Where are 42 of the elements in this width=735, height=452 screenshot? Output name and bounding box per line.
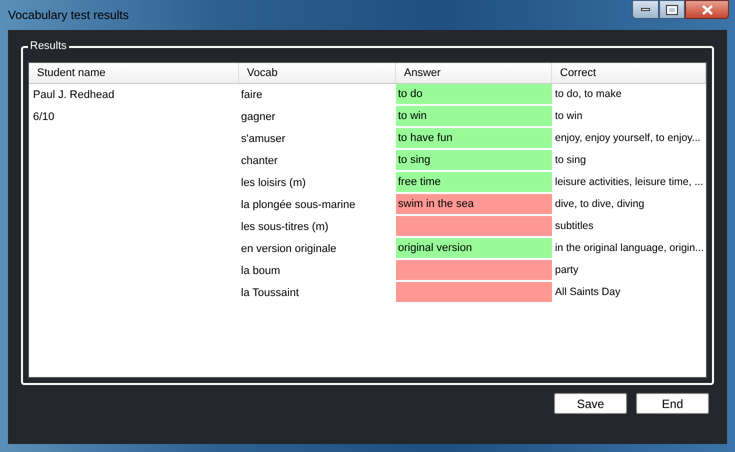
correct-cell-text: All Saints Day bbox=[555, 285, 620, 300]
dialog-button[interactable]: End bbox=[636, 393, 709, 414]
answer-cell: to have fun bbox=[396, 128, 552, 150]
correct-cell-text: leisure activities, leisure time, ... bbox=[555, 175, 704, 190]
correct-cell-text: in the original language, origin... bbox=[555, 241, 704, 256]
vocab-cell-text: s'amuser bbox=[241, 132, 286, 147]
correct-cell-text: to do, to make bbox=[555, 87, 622, 102]
vocab-cell-text: les sous-titres (m) bbox=[241, 220, 328, 235]
dialog-button[interactable]: Save bbox=[554, 393, 627, 414]
minimize-icon bbox=[641, 8, 650, 11]
close-button[interactable] bbox=[685, 0, 729, 19]
answer-cell: to win bbox=[396, 106, 552, 128]
maximize-icon bbox=[667, 6, 677, 14]
vocab-cell-text: les loisirs (m) bbox=[241, 176, 306, 191]
correct-cell-text: to sing bbox=[555, 153, 586, 168]
answer-cell: to sing bbox=[396, 150, 552, 172]
column-header[interactable]: Student name bbox=[29, 63, 239, 83]
answer-cell: to do bbox=[396, 84, 552, 106]
correct-cell-text: dive, to dive, diving bbox=[555, 197, 644, 212]
maximize-button[interactable] bbox=[659, 0, 685, 19]
vocab-cell-text: faire bbox=[241, 88, 262, 103]
vocab-cell-text: en version originale bbox=[241, 242, 336, 257]
answer-cell: free time bbox=[396, 172, 552, 194]
column-header[interactable]: Correct bbox=[552, 63, 706, 83]
correct-cell-text: party bbox=[555, 263, 578, 278]
correct-cell-text: to win bbox=[555, 109, 582, 124]
correct-cell-text: subtitles bbox=[555, 219, 594, 234]
student-cell-text: Paul J. Redhead bbox=[33, 88, 114, 103]
answer-cell: swim in the sea bbox=[396, 194, 552, 216]
close-icon bbox=[702, 4, 712, 14]
vocab-cell-text: chanter bbox=[241, 154, 278, 169]
vocab-cell-text: la plongée sous-marine bbox=[241, 198, 356, 213]
vocab-cell-text: la boum bbox=[241, 264, 280, 279]
minimize-button[interactable] bbox=[632, 0, 659, 19]
vocab-cell-text: gagner bbox=[241, 110, 276, 125]
column-header[interactable]: Vocab bbox=[239, 63, 396, 83]
student-cell-text: 6/10 bbox=[33, 110, 54, 125]
column-header[interactable]: Answer bbox=[396, 63, 552, 83]
window-title: Vocabulary test results bbox=[8, 7, 129, 24]
vocab-cell-text: la Toussaint bbox=[241, 286, 299, 301]
correct-cell-text: enjoy, enjoy yourself, to enjoy... bbox=[555, 131, 701, 146]
answer-cell: original version bbox=[396, 238, 552, 260]
